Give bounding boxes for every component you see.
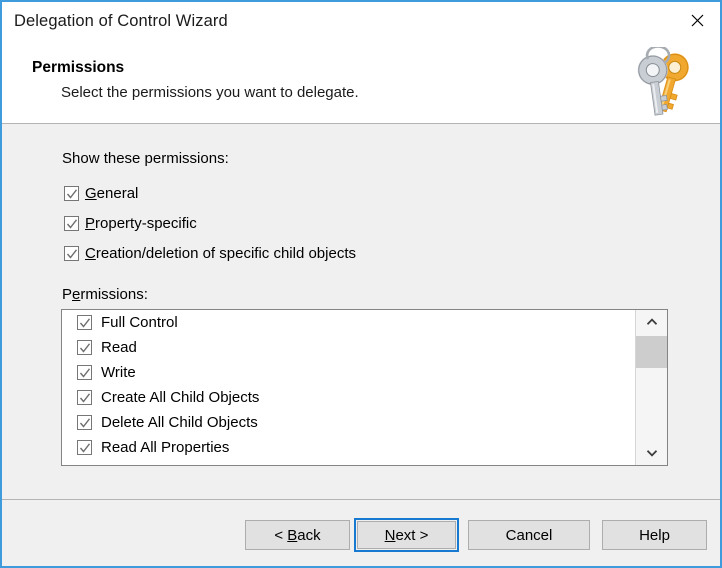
chevron-down-icon bbox=[646, 450, 657, 457]
checkmark-icon bbox=[66, 249, 78, 259]
cancel-button[interactable]: Cancel bbox=[468, 520, 590, 550]
checkmark-icon bbox=[79, 368, 91, 378]
label-rest-creation-deletion: reation/deletion of specific child objec… bbox=[95, 245, 356, 262]
checkmark-icon bbox=[79, 443, 91, 453]
checkmark-icon bbox=[66, 219, 78, 229]
dialog-footer: < Back Next > Cancel Help bbox=[2, 500, 720, 566]
list-item-label: Read bbox=[101, 339, 137, 356]
checkbox-box-create-all-child-objects[interactable] bbox=[77, 390, 92, 405]
scrollbar-thumb[interactable] bbox=[636, 336, 667, 368]
list-item-label: Delete All Child Objects bbox=[101, 414, 258, 431]
list-item[interactable]: Create All Child Objects bbox=[62, 385, 636, 410]
permissions-label: Permissions: bbox=[62, 286, 148, 303]
vertical-scrollbar[interactable] bbox=[635, 310, 667, 465]
close-button[interactable] bbox=[675, 2, 720, 38]
delegation-of-control-wizard-dialog: Delegation of Control Wizard Permissions… bbox=[0, 0, 722, 568]
checkbox-box-property-specific bbox=[64, 216, 79, 231]
cancel-button-label: Cancel bbox=[505, 526, 553, 544]
chevron-up-icon bbox=[646, 318, 657, 325]
wizard-header: Permissions Select the permissions you w… bbox=[2, 41, 720, 124]
close-icon bbox=[691, 14, 704, 26]
page-subtitle: Select the permissions you want to deleg… bbox=[61, 84, 359, 101]
checkbox-box-full-control[interactable] bbox=[77, 315, 92, 330]
title-bar: Delegation of Control Wizard bbox=[2, 2, 720, 41]
list-item-label: Write bbox=[101, 364, 136, 381]
list-item[interactable]: Read All Properties bbox=[62, 435, 636, 460]
dialog-body: Show these permissions: General Property… bbox=[2, 125, 720, 499]
list-item-label: Read All Properties bbox=[101, 439, 230, 456]
scroll-down-button[interactable] bbox=[636, 441, 667, 465]
show-permissions-label: Show these permissions: bbox=[62, 150, 229, 167]
permissions-list: Full Control Read Write Create All Child… bbox=[62, 310, 636, 465]
checkbox-box-creation-deletion bbox=[64, 246, 79, 261]
checkbox-label-creation-deletion: Creation/deletion of specific child obje… bbox=[85, 245, 356, 262]
checkbox-box-general bbox=[64, 186, 79, 201]
scroll-up-button[interactable] bbox=[636, 310, 667, 334]
list-item[interactable]: Full Control bbox=[62, 310, 636, 335]
page-title: Permissions bbox=[32, 59, 125, 76]
checkmark-icon bbox=[79, 393, 91, 403]
checkbox-label-general: General bbox=[85, 185, 139, 202]
checkbox-label-property-specific: Property-specific bbox=[85, 215, 197, 232]
help-button[interactable]: Help bbox=[602, 520, 707, 550]
checkbox-general[interactable]: General bbox=[64, 185, 138, 202]
checkbox-property-specific[interactable]: Property-specific bbox=[64, 215, 197, 232]
checkbox-creation-deletion[interactable]: Creation/deletion of specific child obje… bbox=[64, 245, 356, 262]
list-item[interactable]: Read bbox=[62, 335, 636, 360]
label-rest-general: eneral bbox=[96, 185, 139, 202]
help-button-label: Help bbox=[639, 526, 670, 544]
keys-icon bbox=[637, 47, 689, 116]
checkmark-icon bbox=[66, 189, 78, 199]
next-button-inner: Next > bbox=[357, 521, 456, 549]
checkmark-icon bbox=[79, 318, 91, 328]
list-item[interactable]: Write bbox=[62, 360, 636, 385]
checkbox-box-write[interactable] bbox=[77, 365, 92, 380]
checkbox-box-read-all-properties[interactable] bbox=[77, 440, 92, 455]
checkmark-icon bbox=[79, 343, 91, 353]
checkmark-icon bbox=[79, 418, 91, 428]
permissions-label-rest: rmissions: bbox=[80, 286, 148, 303]
list-item-label: Create All Child Objects bbox=[101, 389, 260, 406]
back-button[interactable]: < Back bbox=[245, 520, 350, 550]
permissions-listbox[interactable]: Full Control Read Write Create All Child… bbox=[61, 309, 668, 466]
checkbox-box-delete-all-child-objects[interactable] bbox=[77, 415, 92, 430]
checkbox-box-read[interactable] bbox=[77, 340, 92, 355]
next-button[interactable]: Next > bbox=[354, 518, 459, 552]
label-rest-property-specific: roperty-specific bbox=[95, 215, 197, 232]
window-title: Delegation of Control Wizard bbox=[14, 12, 228, 30]
back-button-label: < Back bbox=[274, 526, 321, 544]
list-item-label: Full Control bbox=[101, 314, 178, 331]
list-item[interactable]: Delete All Child Objects bbox=[62, 410, 636, 435]
next-button-label: Next > bbox=[384, 526, 429, 544]
list-item-partial[interactable] bbox=[62, 460, 636, 465]
